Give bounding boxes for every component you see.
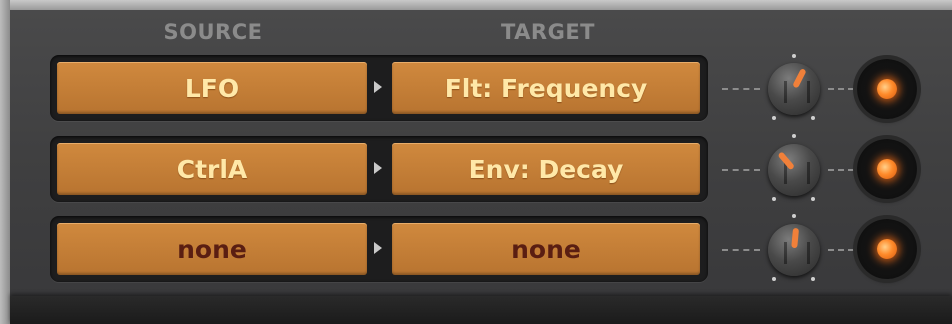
source-column-header: SOURCE — [163, 20, 263, 44]
connector-dashes — [828, 88, 854, 90]
led-lamp — [877, 239, 897, 259]
connector-dashes — [722, 88, 760, 90]
source-selector[interactable]: none — [57, 223, 367, 275]
window-top-edge — [0, 0, 952, 10]
source-selector[interactable]: CtrlA — [57, 143, 367, 195]
play-arrow-icon — [374, 162, 382, 174]
knob-min-tick — [772, 277, 776, 281]
connector-dashes — [722, 249, 760, 251]
enable-led-button[interactable] — [857, 219, 917, 279]
amount-knob[interactable] — [768, 63, 820, 115]
mod-slot-row-1: LFO Flt: Frequency — [50, 55, 708, 121]
knob-center-tick — [792, 134, 796, 138]
connector-dashes — [828, 169, 854, 171]
target-selector[interactable]: Flt: Frequency — [392, 62, 700, 114]
knob-center-tick — [792, 214, 796, 218]
knob-max-tick — [811, 116, 815, 120]
panel-bottom-bar — [10, 296, 952, 324]
amount-knob[interactable] — [768, 144, 820, 196]
led-lamp — [877, 159, 897, 179]
enable-led-button[interactable] — [857, 139, 917, 199]
target-selector[interactable]: Env: Decay — [392, 143, 700, 195]
target-selector[interactable]: none — [392, 223, 700, 275]
knob-min-tick — [772, 116, 776, 120]
knob-center-tick — [792, 54, 796, 58]
target-column-header: TARGET — [500, 20, 596, 44]
knob-min-tick — [772, 197, 776, 201]
connector-dashes — [828, 249, 854, 251]
mod-slot-row-2: CtrlA Env: Decay — [50, 136, 708, 202]
play-arrow-icon — [374, 242, 382, 254]
amount-knob[interactable] — [768, 224, 820, 276]
connector-dashes — [722, 169, 760, 171]
led-lamp — [877, 79, 897, 99]
source-selector[interactable]: LFO — [57, 62, 367, 114]
window-left-edge — [0, 0, 10, 324]
knob-max-tick — [811, 197, 815, 201]
enable-led-button[interactable] — [857, 59, 917, 119]
knob-max-tick — [811, 277, 815, 281]
play-arrow-icon — [374, 81, 382, 93]
mod-slot-row-3: none none — [50, 216, 708, 282]
